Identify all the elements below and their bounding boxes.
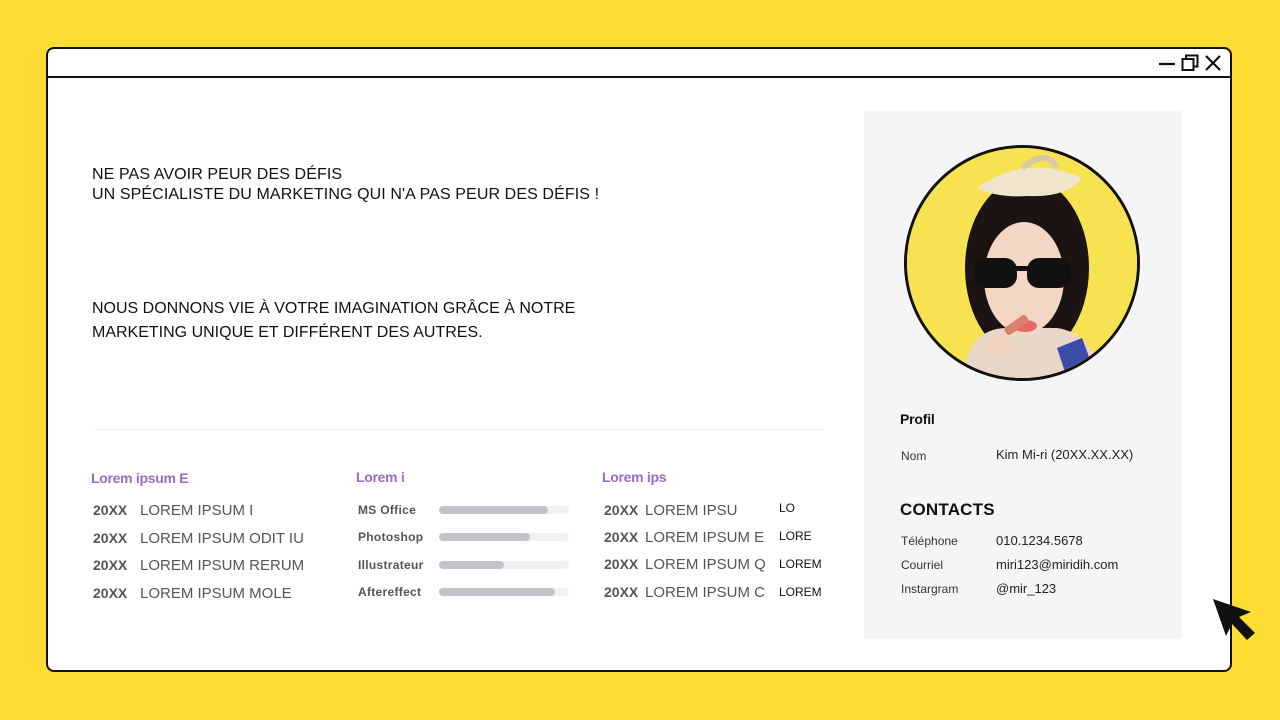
- skill-bar-fill: [439, 506, 549, 514]
- experience-year: 20XX: [604, 529, 639, 545]
- maximize-icon: [1181, 54, 1199, 71]
- email-label: Courriel: [901, 558, 944, 572]
- history-year: 20XX: [93, 585, 128, 601]
- phone-value: 010.1234.5678: [996, 533, 1083, 548]
- history-text: LOREM IPSUM I: [140, 501, 254, 519]
- close-icon: [1205, 55, 1221, 71]
- close-button[interactable]: [1204, 54, 1222, 72]
- experience-tag: LOREM: [779, 557, 822, 571]
- profile-section-title: Profil: [900, 411, 935, 427]
- skill-name: Photoshop: [358, 530, 424, 544]
- tagline-line-1: NOUS DONNONS VIE À VOTRE IMAGINATION GRÂ…: [92, 300, 576, 317]
- section-divider: [94, 429, 824, 430]
- instagram-label: Instargram: [901, 582, 959, 596]
- experience-row: 20XX LOREM IPSUM C: [604, 582, 765, 602]
- headline: NE PAS AVOIR PEUR DES DÉFIS UN SPÉCIALIS…: [92, 165, 599, 205]
- skill-bar: [439, 588, 569, 596]
- history-year: 20XX: [93, 557, 128, 573]
- maximize-button[interactable]: [1181, 54, 1199, 72]
- history-year: 20XX: [93, 530, 128, 546]
- headline-line-1: NE PAS AVOIR PEUR DES DÉFIS: [92, 166, 343, 183]
- instagram-value: @mir_123: [996, 581, 1057, 596]
- history-column-title: Lorem ipsum E: [91, 470, 189, 486]
- history-row: 20XX LOREM IPSUM MOLE: [93, 583, 292, 603]
- history-row: 20XX LOREM IPSUM RERUM: [93, 555, 304, 575]
- experience-text: LOREM IPSUM E: [645, 528, 765, 546]
- skill-row: Aftereffect: [358, 584, 569, 600]
- profile-photo-illustration: [907, 148, 1137, 378]
- history-row: 20XX LOREM IPSUM I: [93, 500, 253, 520]
- tagline-line-2: MARKETING UNIQUE ET DIFFÉRENT DES AUTRES…: [92, 324, 483, 341]
- minimize-icon: [1159, 62, 1175, 66]
- experience-tag: LO: [779, 501, 796, 515]
- skill-name: Aftereffect: [358, 585, 422, 599]
- skill-row: Photoshop: [358, 529, 569, 545]
- skill-bar-fill: [439, 561, 504, 569]
- email-value: miri123@miridih.com: [996, 557, 1119, 572]
- experience-year: 20XX: [604, 584, 639, 600]
- history-year: 20XX: [93, 502, 128, 518]
- experience-row: 20XX LOREM IPSUM E: [604, 527, 764, 547]
- contacts-section-title: CONTACTS: [900, 500, 995, 519]
- skill-bar-fill: [439, 588, 555, 596]
- experience-tag: LOREM: [779, 585, 822, 599]
- experience-year: 20XX: [604, 502, 639, 518]
- experience-row: 20XX LOREM IPSU: [604, 500, 738, 520]
- experience-column-title: Lorem ips: [602, 469, 667, 485]
- app-window: NE PAS AVOIR PEUR DES DÉFIS UN SPÉCIALIS…: [46, 47, 1232, 672]
- skill-bar-fill: [439, 533, 530, 541]
- headline-line-2: UN SPÉCIALISTE DU MARKETING QUI N'A PAS …: [92, 186, 600, 203]
- experience-text: LOREM IPSUM C: [645, 583, 766, 601]
- skill-bar: [439, 533, 569, 541]
- history-row: 20XX LOREM IPSUM ODIT IU: [93, 528, 304, 548]
- minimize-button[interactable]: [1158, 54, 1176, 72]
- mouse-pointer-icon: [1213, 599, 1255, 640]
- profile-photo: [904, 145, 1140, 381]
- profile-panel: Profil Nom Kim Mi-ri (20XX.XX.XX) CONTAC…: [864, 111, 1182, 639]
- history-text: LOREM IPSUM RERUM: [140, 556, 305, 574]
- skill-bar: [439, 506, 569, 514]
- experience-text: LOREM IPSU: [645, 501, 738, 519]
- title-bar: [48, 49, 1230, 78]
- experience-row: 20XX LOREM IPSUM Q: [604, 554, 766, 574]
- history-text: LOREM IPSUM MOLE: [140, 584, 292, 602]
- skill-name: MS Office: [358, 503, 417, 517]
- skill-row: Illustrateur: [358, 557, 569, 573]
- name-label: Nom: [901, 449, 927, 463]
- experience-year: 20XX: [604, 556, 639, 572]
- skill-row: MS Office: [358, 502, 569, 518]
- experience-text: LOREM IPSUM Q: [645, 555, 766, 573]
- phone-label: Téléphone: [901, 534, 958, 548]
- experience-tag: LORE: [779, 529, 812, 543]
- skills-column-title: Lorem i: [356, 469, 405, 485]
- skill-name: Illustrateur: [358, 558, 424, 572]
- history-text: LOREM IPSUM ODIT IU: [140, 529, 304, 547]
- skill-bar: [439, 561, 569, 569]
- name-value: Kim Mi-ri (20XX.XX.XX): [996, 447, 1134, 462]
- tagline: NOUS DONNONS VIE À VOTRE IMAGINATION GRÂ…: [92, 297, 575, 345]
